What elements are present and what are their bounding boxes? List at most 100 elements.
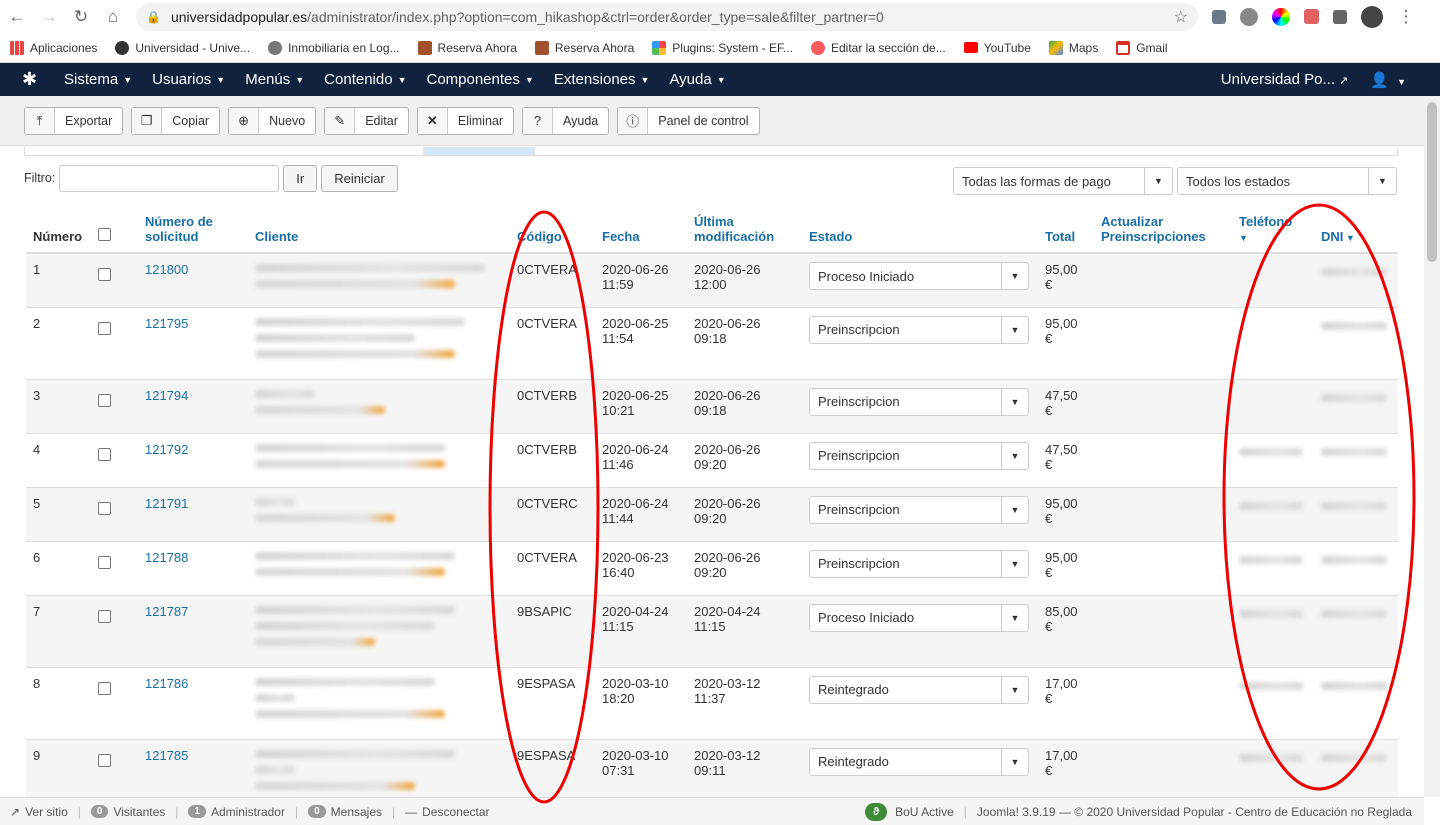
bookmark-youtube[interactable]: YouTube	[963, 41, 1031, 55]
menu-componentes[interactable]: Componentes ▼	[426, 71, 533, 88]
order-link[interactable]: 121794	[145, 388, 188, 403]
menu-extensiones[interactable]: Extensiones ▼	[554, 71, 650, 88]
delete-button[interactable]: ✕ Eliminar	[416, 106, 515, 135]
filter-input[interactable]	[59, 164, 280, 192]
eyedropper-icon[interactable]	[1212, 9, 1226, 24]
row-checkbox[interactable]	[98, 555, 111, 569]
col-solicitud[interactable]: Número de solicitud	[138, 207, 248, 254]
page-scrollbar[interactable]	[1424, 98, 1440, 797]
col-estado[interactable]: Estado	[802, 207, 1038, 254]
order-status-select[interactable]: Preinscripcion ▼	[809, 549, 1029, 578]
menu-usuarios[interactable]: Usuarios ▼	[152, 71, 225, 88]
row-checkbox[interactable]	[98, 393, 111, 407]
profile-avatar-icon[interactable]	[1361, 5, 1383, 28]
col-actualizar[interactable]: Actualizar Preinscripciones	[1094, 207, 1232, 254]
table-row[interactable]: 8 121786 9ESPASA 2020-03-10 18:20 2020-03…	[26, 666, 1398, 739]
view-site-link[interactable]: ↗ Ver sitio	[10, 805, 68, 819]
order-link[interactable]: 121786	[145, 676, 188, 691]
table-row[interactable]: 4 121792 0CTVERB 2020-06-24 11:46 2020-06…	[26, 432, 1398, 487]
col-total[interactable]: Total	[1038, 207, 1094, 254]
order-status-select[interactable]: Proceso Iniciado ▼	[809, 603, 1029, 632]
bookmark-plugins[interactable]: Plugins: System - EF...	[652, 40, 793, 55]
col-cliente[interactable]: Cliente	[248, 207, 510, 254]
row-checkbox[interactable]	[98, 681, 111, 695]
cast-extension-icon[interactable]	[1304, 9, 1319, 24]
col-modificacion[interactable]: Última modificación	[687, 207, 802, 254]
scrollbar-thumb[interactable]	[1427, 102, 1437, 262]
order-status-select[interactable]: Preinscripcion ▼	[809, 315, 1029, 344]
table-row[interactable]: 7 121787 9BSAPIC 2020-04-24 11:15 2020-04…	[26, 594, 1398, 667]
bookmark-gmail[interactable]: Gmail	[1116, 40, 1168, 55]
address-bar[interactable]: 🔒 universidadpopular.es/administrator/in…	[136, 2, 1198, 31]
order-link[interactable]: 121788	[145, 550, 188, 565]
row-checkbox[interactable]	[98, 501, 111, 515]
control-panel-button[interactable]: ⓘ Panel de control	[617, 106, 760, 135]
bou-status[interactable]: BoU Active	[895, 805, 954, 819]
table-row[interactable]: 6 121788 0CTVERA 2020-06-23 16:40 2020-06…	[26, 540, 1398, 595]
col-codigo[interactable]: Código	[510, 207, 595, 254]
bookmark-reserva-1[interactable]: Reserva Ahora	[417, 40, 517, 55]
joomla-logo-icon[interactable]: ✱	[22, 69, 42, 90]
bookmark-universidad[interactable]: Universidad - Unive...	[115, 40, 250, 55]
bookmark-maps[interactable]: Maps	[1048, 40, 1098, 55]
copy-button[interactable]: ❐ Copiar	[131, 106, 221, 135]
table-row[interactable]: 3 121794 0CTVERB 2020-06-25 10:21 2020-06…	[26, 378, 1398, 433]
messages-link[interactable]: 0 Mensajes	[308, 805, 382, 819]
order-status-select[interactable]: Preinscripcion ▼	[809, 387, 1029, 416]
row-checkbox[interactable]	[98, 447, 111, 461]
order-link[interactable]: 121800	[145, 262, 188, 277]
order-link[interactable]: 121785	[145, 748, 188, 763]
order-status-select[interactable]: Preinscripcion ▼	[809, 441, 1029, 470]
bookmark-star-icon[interactable]: ☆	[1174, 7, 1188, 27]
order-status-select[interactable]: Proceso Iniciado ▼	[809, 262, 1029, 290]
row-checkbox[interactable]	[98, 321, 111, 335]
table-row[interactable]: 1 121800 0CTVERA 2020-06-26 11:59 2020-06…	[26, 252, 1398, 307]
col-fecha[interactable]: Fecha	[595, 207, 687, 254]
menu-sistema[interactable]: Sistema ▼	[64, 71, 132, 88]
new-button[interactable]: ⊕ Nuevo	[228, 106, 317, 135]
status-filter-select[interactable]: Todos los estados ▼	[1177, 167, 1397, 195]
reload-icon[interactable]: ↻	[72, 7, 90, 26]
bookmark-apps[interactable]: Aplicaciones	[10, 40, 97, 55]
order-status-select[interactable]: Preinscripcion ▼	[809, 495, 1029, 524]
export-button[interactable]: ⤒ Exportar	[24, 106, 124, 135]
table-row[interactable]: 5 121791 0CTVERC 2020-06-24 11:44 2020-06…	[26, 486, 1398, 541]
help-button[interactable]: ? Ayuda	[522, 106, 610, 135]
order-status-select[interactable]: Reintegrado ▼	[809, 747, 1029, 776]
puzzle-extensions-icon[interactable]	[1333, 9, 1347, 24]
user-menu[interactable]: 👤 ▼	[1370, 71, 1406, 89]
visitors-link[interactable]: 0 Visitantes	[90, 805, 165, 819]
colorwheel-extension-icon[interactable]	[1272, 7, 1290, 26]
site-link[interactable]: Universidad Po... ↗	[1221, 71, 1349, 88]
bookmark-reserva-2[interactable]: Reserva Ahora	[534, 40, 634, 55]
payment-filter-select[interactable]: Todas las formas de pago ▼	[953, 167, 1173, 195]
row-checkbox[interactable]	[98, 609, 111, 623]
home-icon[interactable]: ⌂	[104, 7, 122, 26]
row-checkbox[interactable]	[98, 268, 111, 281]
menu-ayuda[interactable]: Ayuda ▼	[669, 71, 725, 88]
row-checkbox[interactable]	[98, 753, 111, 767]
filter-reset-button[interactable]: Reiniciar	[321, 164, 398, 192]
col-telefono[interactable]: Teléfono ▼	[1232, 207, 1314, 254]
back-icon[interactable]: ←	[8, 7, 26, 26]
active-tab[interactable]	[423, 147, 535, 155]
order-link[interactable]: 121792	[145, 442, 188, 457]
logout-link[interactable]: — Desconectar	[405, 805, 489, 819]
edit-button[interactable]: ✎ Editar	[324, 106, 409, 135]
table-row[interactable]: 9 121785 9ESPASA 2020-03-10 07:31 2020-03…	[26, 738, 1398, 797]
order-link[interactable]: 121791	[145, 496, 188, 511]
order-status-select[interactable]: Reintegrado ▼	[809, 675, 1029, 704]
forward-icon[interactable]: →	[40, 7, 58, 26]
filter-go-button[interactable]: Ir	[283, 164, 318, 192]
select-all-checkbox[interactable]	[98, 228, 111, 241]
bookmark-inmobiliaria[interactable]: Inmobiliaria en Log...	[268, 40, 400, 55]
bookmark-airbnb[interactable]: Editar la sección de...	[810, 40, 946, 55]
menu-contenido[interactable]: Contenido ▼	[324, 71, 406, 88]
admins-link[interactable]: 1 Administrador	[188, 805, 285, 819]
order-link[interactable]: 121795	[145, 316, 188, 331]
browser-menu-icon[interactable]: ⋮	[1397, 7, 1415, 26]
col-dni[interactable]: DNI ▼	[1314, 207, 1398, 254]
table-row[interactable]: 2 121795 0CTVERA 2020-06-25 11:54 2020-06…	[26, 306, 1398, 379]
menu-menus[interactable]: Menús ▼	[245, 71, 304, 88]
order-link[interactable]: 121787	[145, 604, 188, 619]
